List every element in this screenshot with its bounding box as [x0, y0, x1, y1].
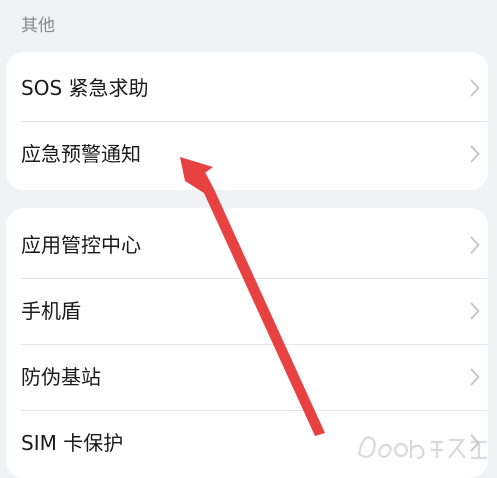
- settings-item-phone-shield[interactable]: 手机盾: [6, 278, 488, 344]
- settings-item-sos-emergency[interactable]: SOS 紧急求助: [6, 55, 488, 121]
- settings-item-fake-base-station[interactable]: 防伪基站: [6, 344, 488, 410]
- chevron-right-icon: [470, 145, 480, 163]
- settings-group-other: SOS 紧急求助 应急预警通知: [6, 52, 488, 190]
- settings-item-label: 防伪基站: [21, 365, 101, 389]
- chevron-right-icon: [470, 368, 480, 386]
- settings-item-app-control-center[interactable]: 应用管控中心: [6, 212, 488, 278]
- settings-item-label: 应用管控中心: [21, 233, 141, 257]
- chevron-right-icon: [470, 236, 480, 254]
- settings-item-label: 手机盾: [21, 299, 81, 323]
- settings-item-label: SOS 紧急求助: [21, 76, 149, 100]
- settings-item-label: 应急预警通知: [21, 142, 141, 166]
- section-title-other: 其他: [21, 16, 55, 36]
- chevron-right-icon: [470, 79, 480, 97]
- baidu-jingyan-watermark: [357, 436, 487, 460]
- chevron-right-icon: [470, 302, 480, 320]
- settings-item-emergency-alert[interactable]: 应急预警通知: [6, 121, 488, 187]
- settings-item-label: SIM 卡保护: [21, 431, 124, 455]
